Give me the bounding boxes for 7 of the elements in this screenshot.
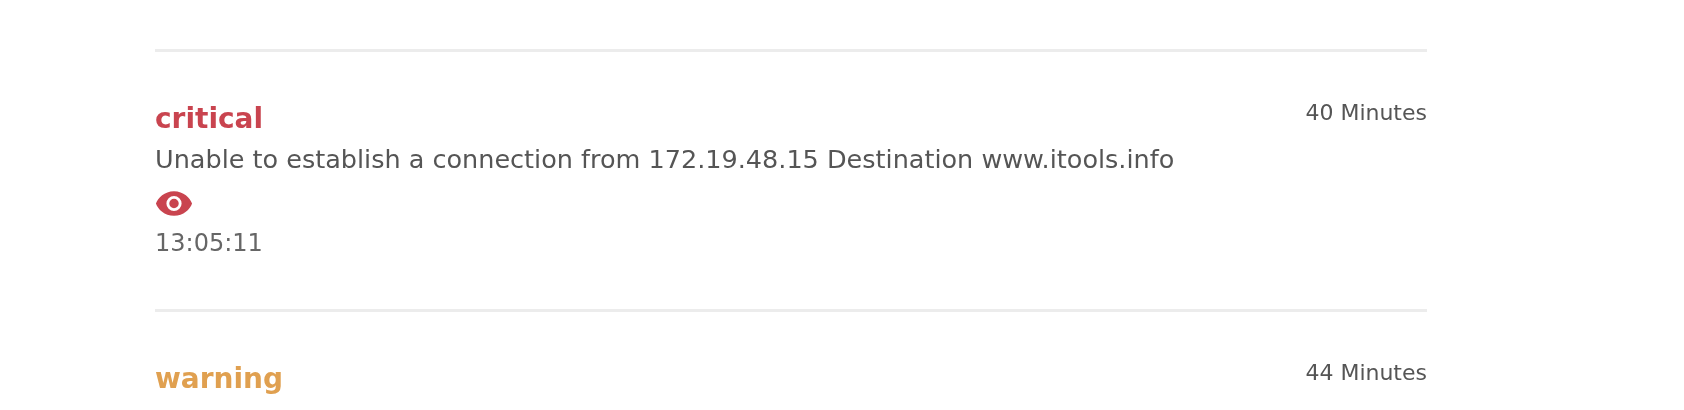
severity-label: critical xyxy=(155,102,264,136)
severity-label: warning xyxy=(155,362,284,396)
alert-time: 13:05:11 xyxy=(155,228,263,259)
age-label: 40 Minutes xyxy=(1305,99,1427,127)
eye-icon[interactable] xyxy=(155,190,193,217)
age-label: 44 Minutes xyxy=(1305,359,1427,387)
alert-message: Unable to establish a connection from 172.19.48.15 Destination www.itools.info xyxy=(155,143,1175,176)
